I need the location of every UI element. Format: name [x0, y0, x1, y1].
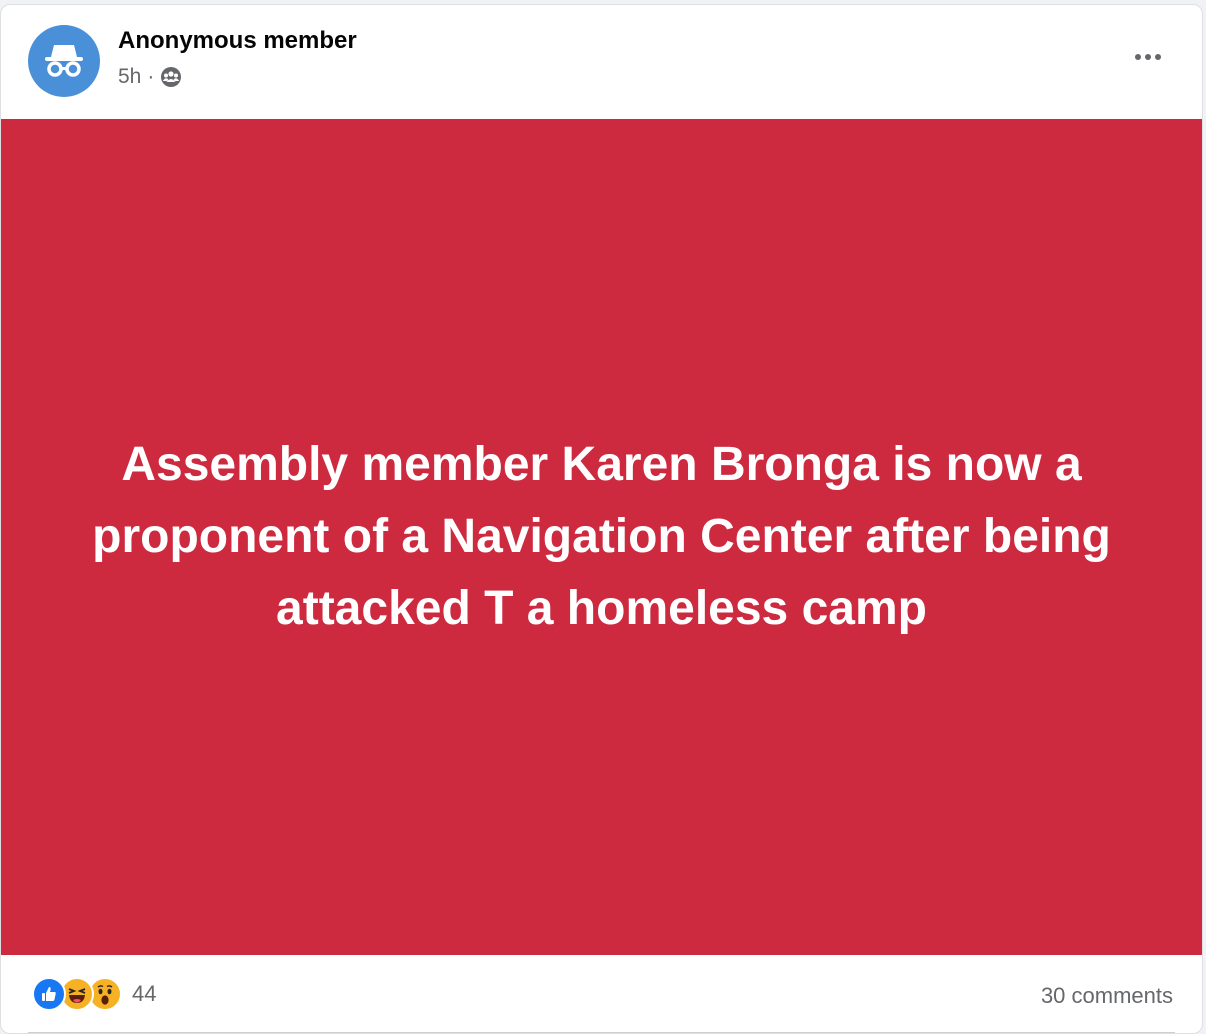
more-options-button[interactable]	[1128, 45, 1168, 69]
post-card: Anonymous member 5h · Assembly member Ka…	[0, 4, 1203, 1034]
post-time[interactable]: 5h	[118, 65, 141, 89]
anonymous-avatar[interactable]	[28, 25, 100, 97]
post-text: Assembly member Karen Bronga is now a pr…	[92, 438, 1111, 635]
reaction-count: 44	[132, 981, 157, 1006]
comments-count-link[interactable]: 30 comments	[1041, 983, 1173, 1009]
group-icon	[160, 66, 182, 88]
post-footer: 44 30 comments	[1, 955, 1202, 1033]
post-header: Anonymous member 5h ·	[1, 5, 1202, 119]
meta-separator: ·	[147, 65, 155, 88]
author-name[interactable]: Anonymous member	[118, 27, 357, 55]
post-meta: 5h ·	[118, 65, 182, 89]
reactions-summary[interactable]: 44	[32, 977, 156, 1011]
more-options-icon	[1135, 54, 1141, 60]
more-options-dot	[1155, 54, 1161, 60]
post-text-banner[interactable]: Assembly member Karen Bronga is now a pr…	[1, 119, 1202, 955]
like-icon	[32, 977, 66, 1011]
footer-divider	[28, 1032, 1175, 1033]
incognito-icon	[45, 45, 83, 77]
more-options-dot	[1145, 54, 1151, 60]
